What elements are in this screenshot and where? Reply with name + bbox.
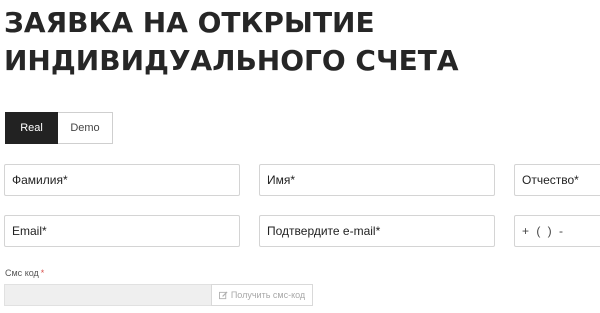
- required-mark: *: [40, 268, 45, 278]
- email-field[interactable]: Email*: [4, 215, 240, 247]
- page-title-line-2: ИНДИВИДУАЛЬНОГО СЧЕТА: [4, 44, 459, 77]
- page-title-line-1: ЗАЯВКА НА ОТКРЫТИЕ: [4, 6, 375, 39]
- edit-icon: [218, 290, 228, 300]
- sms-code-label-text: Смс код: [5, 268, 39, 278]
- tab-real[interactable]: Real: [5, 112, 58, 144]
- firstname-field[interactable]: Имя*: [259, 164, 495, 196]
- account-type-tabs: Real Demo: [5, 112, 113, 144]
- get-sms-code-label: Получить смс-код: [230, 290, 306, 300]
- middlename-field[interactable]: Отчество*: [514, 164, 600, 196]
- phone-field[interactable]: + ( ) -: [514, 215, 600, 247]
- page-title: ЗАЯВКА НА ОТКРЫТИЕ ИНДИВИДУАЛЬНОГО СЧЕТА: [4, 4, 459, 80]
- email-confirm-field[interactable]: Подтвердите e-mail*: [259, 215, 495, 247]
- sms-code-input[interactable]: [4, 284, 211, 306]
- lastname-field[interactable]: Фамилия*: [4, 164, 240, 196]
- get-sms-code-button[interactable]: Получить смс-код: [211, 284, 313, 306]
- tab-demo[interactable]: Demo: [58, 112, 113, 144]
- sms-code-label: Смс код *: [5, 268, 44, 278]
- phone-mask: + ( ) -: [522, 224, 565, 238]
